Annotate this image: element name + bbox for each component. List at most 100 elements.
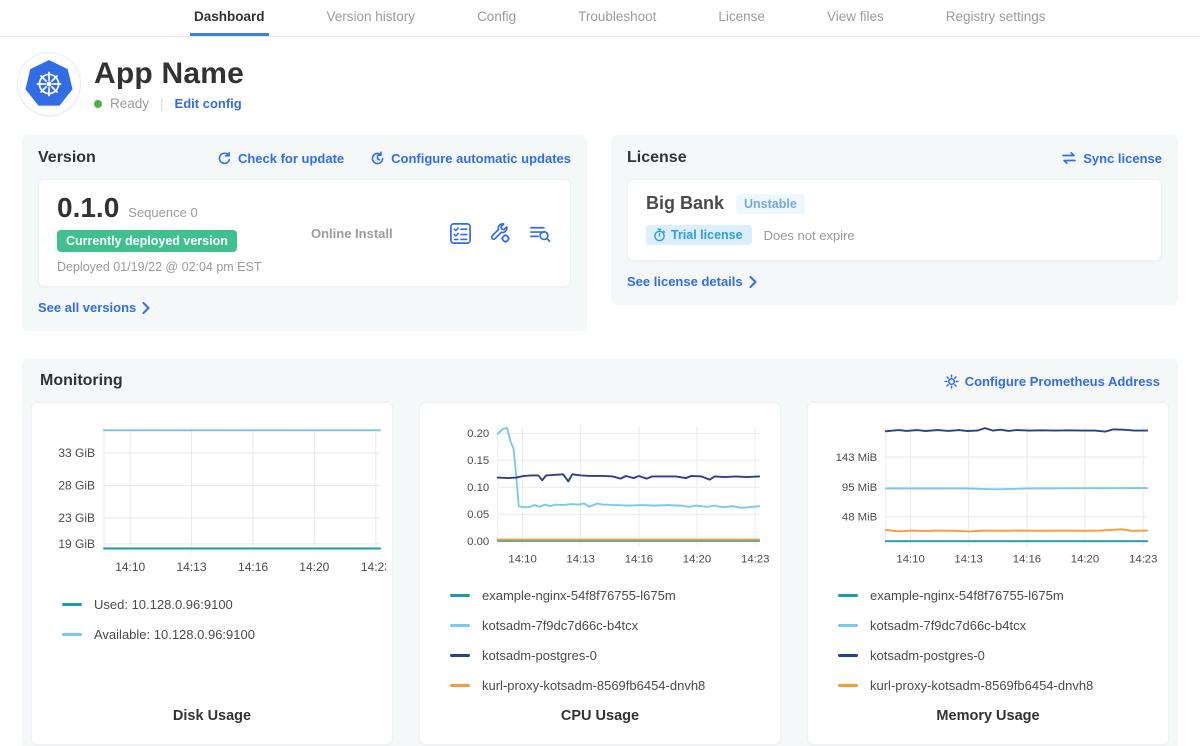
- svg-text:14:23: 14:23: [741, 554, 769, 566]
- stopwatch-icon: [653, 228, 666, 242]
- app-logo: [18, 53, 80, 115]
- legend-item: Available: 10.128.0.96:9100: [62, 627, 370, 642]
- legend-item: kurl-proxy-kotsadm-8569fb6454-dnvh8: [450, 678, 758, 693]
- memory-usage-plot: 14:1014:1314:1614:2014:2348 MiB95 MiB143…: [816, 413, 1162, 574]
- license-detail-card: Big Bank Unstable Trial license Does not…: [627, 179, 1162, 261]
- scheduled-update-icon: [370, 151, 385, 166]
- kubernetes-icon: [25, 60, 73, 108]
- version-number: 0.1.0: [57, 192, 119, 224]
- top-navigation: Dashboard Version history Config Troublesho…: [0, 0, 1200, 37]
- version-panel: Version Check for update Configure au: [22, 135, 587, 331]
- tab-license[interactable]: License: [714, 0, 769, 36]
- svg-text:0.10: 0.10: [467, 482, 489, 494]
- tab-view-files[interactable]: View files: [823, 0, 888, 36]
- svg-text:14:10: 14:10: [896, 554, 924, 566]
- preflight-checks-icon[interactable]: [449, 222, 472, 245]
- see-license-details-link[interactable]: See license details: [627, 274, 757, 289]
- config-wrench-icon[interactable]: [488, 221, 512, 245]
- tab-config[interactable]: Config: [473, 0, 520, 36]
- tab-dashboard[interactable]: Dashboard: [190, 0, 269, 36]
- legend-label: kurl-proxy-kotsadm-8569fb6454-dnvh8: [482, 678, 705, 693]
- legend-swatch: [450, 654, 470, 657]
- legend-swatch: [62, 603, 82, 606]
- svg-text:95 MiB: 95 MiB: [842, 482, 877, 494]
- divider: |: [157, 96, 167, 111]
- app-status: Ready: [110, 96, 149, 111]
- disk-usage-legend: Used: 10.128.0.96:9100 Available: 10.128.…: [40, 583, 384, 708]
- see-license-details-label: See license details: [627, 274, 743, 289]
- memory-usage-legend: example-nginx-54f8f76755-l675m kotsadm-7f…: [816, 574, 1160, 708]
- app-header: App Name Ready | Edit config: [0, 37, 1200, 115]
- sequence-label: Sequence 0: [128, 205, 197, 220]
- svg-text:14:20: 14:20: [683, 554, 711, 566]
- tab-troubleshoot[interactable]: Troubleshoot: [574, 0, 660, 36]
- legend-item: example-nginx-54f8f76755-l675m: [838, 588, 1146, 603]
- svg-text:14:10: 14:10: [508, 554, 536, 566]
- current-version-card: 0.1.0 Sequence 0 Currently deployed vers…: [38, 179, 571, 287]
- see-all-versions-label: See all versions: [38, 300, 136, 315]
- cpu-usage-legend: example-nginx-54f8f76755-l675m kotsadm-7f…: [428, 574, 772, 708]
- svg-text:143 MiB: 143 MiB: [836, 452, 878, 464]
- configure-prometheus-button[interactable]: Configure Prometheus Address: [944, 374, 1160, 389]
- deploy-logs-icon[interactable]: [528, 222, 552, 245]
- svg-text:0.05: 0.05: [467, 509, 489, 521]
- svg-text:0.20: 0.20: [467, 428, 489, 440]
- legend-item: Used: 10.128.0.96:9100: [62, 597, 370, 612]
- sync-license-button[interactable]: Sync license: [1061, 151, 1162, 166]
- legend-item: kurl-proxy-kotsadm-8569fb6454-dnvh8: [838, 678, 1146, 693]
- trial-license-badge: Trial license: [646, 225, 752, 245]
- license-panel: License Sync license Big Bank Unstable: [611, 135, 1178, 305]
- svg-text:14:16: 14:16: [238, 560, 268, 574]
- chevron-right-icon: [142, 302, 150, 314]
- svg-text:14:23: 14:23: [1129, 554, 1157, 566]
- expiry-label: Does not expire: [764, 228, 855, 243]
- svg-text:0.00: 0.00: [467, 536, 489, 548]
- svg-text:33 GiB: 33 GiB: [58, 446, 95, 460]
- legend-label: kotsadm-postgres-0: [870, 648, 985, 663]
- legend-label: Available: 10.128.0.96:9100: [94, 627, 255, 642]
- refresh-icon: [217, 151, 232, 166]
- legend-item: kotsadm-postgres-0: [450, 648, 758, 663]
- deployed-badge: Currently deployed version: [57, 230, 237, 252]
- legend-item: example-nginx-54f8f76755-l675m: [450, 588, 758, 603]
- edit-config-link[interactable]: Edit config: [175, 96, 242, 111]
- legend-label: kotsadm-postgres-0: [482, 648, 597, 663]
- sync-icon: [1061, 151, 1077, 165]
- svg-text:14:16: 14:16: [1013, 554, 1041, 566]
- legend-item: kotsadm-7f9dc7d66c-b4tcx: [838, 618, 1146, 633]
- svg-text:48 MiB: 48 MiB: [842, 511, 877, 523]
- configure-prometheus-label: Configure Prometheus Address: [965, 374, 1160, 389]
- svg-text:0.15: 0.15: [467, 455, 489, 467]
- cpu-usage-card: 14:1014:1314:1614:2014:230.000.050.100.1…: [419, 402, 781, 745]
- svg-text:14:20: 14:20: [299, 560, 329, 574]
- cpu-usage-plot: 14:1014:1314:1614:2014:230.000.050.100.1…: [428, 413, 774, 574]
- page-title: App Name: [94, 57, 244, 91]
- legend-label: Used: 10.128.0.96:9100: [94, 597, 233, 612]
- legend-item: kotsadm-7f9dc7d66c-b4tcx: [450, 618, 758, 633]
- trial-license-label: Trial license: [671, 228, 743, 242]
- svg-text:14:23: 14:23: [361, 560, 386, 574]
- gear-icon: [944, 374, 959, 389]
- legend-swatch: [838, 594, 858, 597]
- svg-text:14:10: 14:10: [115, 560, 145, 574]
- monitoring-title: Monitoring: [40, 372, 123, 390]
- check-for-update-button[interactable]: Check for update: [217, 151, 344, 166]
- tab-version-history[interactable]: Version history: [323, 0, 420, 36]
- check-for-update-label: Check for update: [238, 151, 344, 166]
- legend-label: example-nginx-54f8f76755-l675m: [870, 588, 1064, 603]
- legend-item: kotsadm-postgres-0: [838, 648, 1146, 663]
- svg-text:23 GiB: 23 GiB: [58, 511, 95, 525]
- see-all-versions-link[interactable]: See all versions: [38, 300, 150, 315]
- tab-registry-settings[interactable]: Registry settings: [942, 0, 1050, 36]
- svg-text:14:13: 14:13: [954, 554, 982, 566]
- sync-license-label: Sync license: [1083, 151, 1162, 166]
- legend-swatch: [838, 684, 858, 687]
- legend-swatch: [838, 624, 858, 627]
- configure-automatic-updates-button[interactable]: Configure automatic updates: [370, 151, 571, 166]
- legend-swatch: [450, 594, 470, 597]
- monitoring-panel: Monitoring Configure Prometheus Address …: [22, 359, 1178, 746]
- memory-usage-card: 14:1014:1314:1614:2014:2348 MiB95 MiB143…: [807, 402, 1169, 745]
- svg-text:28 GiB: 28 GiB: [58, 478, 95, 492]
- legend-label: example-nginx-54f8f76755-l675m: [482, 588, 676, 603]
- legend-label: kotsadm-7f9dc7d66c-b4tcx: [482, 618, 638, 633]
